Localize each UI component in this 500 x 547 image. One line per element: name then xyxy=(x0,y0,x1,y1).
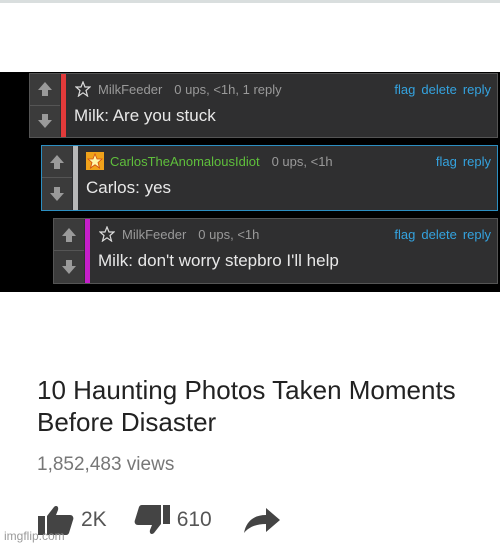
share-arrow-icon xyxy=(243,508,280,533)
comment-actions: flag delete reply xyxy=(388,227,491,242)
up-arrow-icon xyxy=(38,82,52,97)
like-count: 2K xyxy=(81,508,107,531)
orange-star-avatar-icon[interactable] xyxy=(86,152,104,170)
down-arrow-icon xyxy=(50,187,64,201)
view-count: 1,852,483 views xyxy=(37,454,175,475)
comment-actions: flag delete reply xyxy=(388,82,491,97)
video-actions: 2K 610 xyxy=(37,500,282,540)
comment-text: Milk: Are you stuck xyxy=(74,106,216,125)
down-arrow-icon xyxy=(62,260,76,274)
comment-header: CarlosTheAnomalousIdiot 0 ups, <1h flag r… xyxy=(86,152,491,170)
comment-1: MilkFeeder 0 ups, <1h, 1 reply flag delet… xyxy=(29,73,498,138)
vote-column xyxy=(42,146,72,210)
dislike-count: 610 xyxy=(176,508,212,531)
up-arrow-icon xyxy=(50,154,64,169)
upvote-button[interactable] xyxy=(54,219,84,251)
vote-column xyxy=(54,219,84,283)
up-arrow-icon xyxy=(62,227,76,242)
comment-depth-bar xyxy=(85,219,90,283)
comment-2: CarlosTheAnomalousIdiot 0 ups, <1h flag r… xyxy=(41,145,498,211)
delete-link[interactable]: delete xyxy=(421,82,456,97)
flag-link[interactable]: flag xyxy=(436,154,457,169)
video-title[interactable]: 10 Haunting Photos Taken Moments Before … xyxy=(37,374,477,438)
comment-header: MilkFeeder 0 ups, <1h, 1 reply flag delet… xyxy=(74,80,491,98)
upvote-button[interactable] xyxy=(42,146,72,178)
comment-text: Carlos: yes xyxy=(86,178,172,197)
watermark: imgflip.com xyxy=(4,529,65,543)
thumbs-down-icon xyxy=(134,505,170,534)
comment-meta: 0 ups, <1h, 1 reply xyxy=(174,81,282,97)
down-arrow-icon xyxy=(38,114,52,129)
comment-text: Milk: don't worry stepbro I'll help xyxy=(98,251,339,270)
comment-depth-bar xyxy=(61,74,66,137)
comment-author[interactable]: MilkFeeder xyxy=(98,82,162,97)
comment-meta: 0 ups, <1h xyxy=(198,226,260,242)
downvote-button[interactable] xyxy=(42,178,72,210)
flag-link[interactable]: flag xyxy=(394,82,415,97)
comment-actions: flag reply xyxy=(430,154,491,169)
flag-link[interactable]: flag xyxy=(394,227,415,242)
upvote-button[interactable] xyxy=(30,74,60,106)
top-divider xyxy=(0,0,500,3)
delete-link[interactable]: delete xyxy=(421,227,456,242)
downvote-button[interactable] xyxy=(54,251,84,283)
comment-author[interactable]: CarlosTheAnomalousIdiot xyxy=(110,154,260,169)
comment-author[interactable]: MilkFeeder xyxy=(122,227,186,242)
reply-link[interactable]: reply xyxy=(463,227,491,242)
reply-link[interactable]: reply xyxy=(463,154,491,169)
comment-depth-bar xyxy=(73,146,78,210)
dislike-button[interactable]: 610 xyxy=(133,504,212,536)
downvote-button[interactable] xyxy=(30,106,60,138)
comment-header: MilkFeeder 0 ups, <1h flag delete reply xyxy=(98,225,491,243)
reply-link[interactable]: reply xyxy=(463,82,491,97)
share-button[interactable] xyxy=(242,505,282,535)
star-icon[interactable] xyxy=(74,80,92,98)
comment-meta: 0 ups, <1h xyxy=(271,153,333,169)
comment-3: MilkFeeder 0 ups, <1h flag delete reply Mi… xyxy=(53,218,498,284)
vote-column xyxy=(30,74,60,137)
star-icon[interactable] xyxy=(98,225,116,243)
